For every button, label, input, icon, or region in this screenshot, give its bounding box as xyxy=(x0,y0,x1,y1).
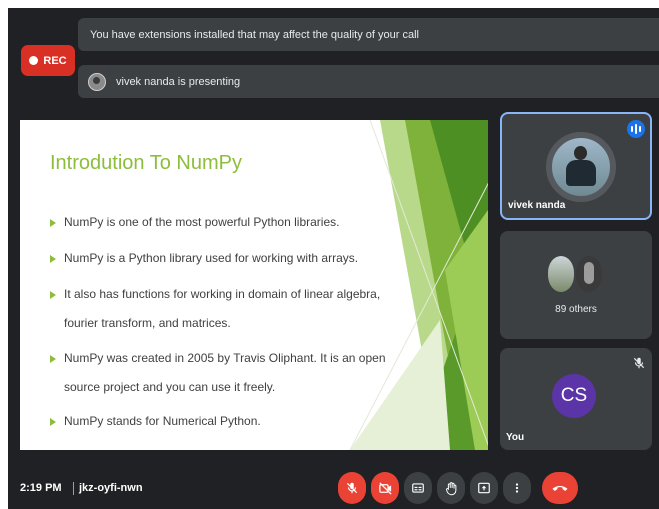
presenter-avatar xyxy=(546,132,616,202)
bullet-triangle-icon xyxy=(50,219,56,227)
slide-title: Introdution To NumPy xyxy=(50,152,242,174)
captions-button[interactable] xyxy=(404,472,432,504)
meeting-code: jkz-oyfi-nwn xyxy=(79,482,143,494)
slide-bullet: It also has functions for working in dom… xyxy=(50,280,400,338)
present-icon xyxy=(478,482,490,494)
presenting-banner[interactable]: vivek nanda is presenting xyxy=(78,65,659,98)
more-options-button[interactable] xyxy=(503,472,531,504)
bullet-text: It also has functions for working in dom… xyxy=(64,287,381,330)
bullet-triangle-icon xyxy=(50,418,56,426)
bullet-text: NumPy is a Python library used for worki… xyxy=(64,251,359,265)
bullet-text: NumPy stands for Numerical Python. xyxy=(64,414,261,428)
recording-label: REC xyxy=(43,54,67,67)
recording-badge: REC xyxy=(21,45,75,76)
presenting-text: vivek nanda is presenting xyxy=(116,75,241,88)
bullet-triangle-icon xyxy=(50,355,56,363)
others-tile[interactable]: 89 others xyxy=(500,231,652,339)
bullet-text: NumPy was created in 2005 by Travis Olip… xyxy=(64,351,386,394)
camera-toggle-button[interactable] xyxy=(371,472,399,504)
slide-bullet-list: NumPy is one of the most powerful Python… xyxy=(50,208,400,436)
slide-bullet: NumPy is one of the most powerful Python… xyxy=(50,208,400,237)
meeting-time: 2:19 PM xyxy=(20,482,62,494)
muted-mic-icon xyxy=(633,357,645,369)
participant-avatar xyxy=(576,256,602,292)
presenter-name: vivek nanda xyxy=(508,200,566,211)
bullet-text: NumPy is one of the most powerful Python… xyxy=(64,215,340,229)
slide-bullet: NumPy is a Python library used for worki… xyxy=(50,244,400,273)
end-call-icon xyxy=(552,485,568,491)
microphone-toggle-button[interactable] xyxy=(338,472,366,504)
microphone-off-icon xyxy=(346,482,358,494)
end-call-button[interactable] xyxy=(542,472,578,504)
more-options-icon xyxy=(515,483,519,493)
participant-avatar xyxy=(548,256,574,292)
recording-dot-icon xyxy=(29,56,39,65)
extensions-warning-text: You have extensions installed that may a… xyxy=(90,28,419,41)
shared-screen-slide[interactable]: Introdution To NumPy NumPy is one of the… xyxy=(20,120,488,450)
slide-bullet: NumPy was created in 2005 by Travis Olip… xyxy=(50,344,400,402)
extensions-warning-banner[interactable]: You have extensions installed that may a… xyxy=(78,18,659,51)
bullet-triangle-icon xyxy=(50,255,56,263)
raise-hand-icon xyxy=(445,481,456,495)
bullet-triangle-icon xyxy=(50,291,56,299)
others-count: 89 others xyxy=(555,304,597,315)
self-tile[interactable]: CS You xyxy=(500,348,652,450)
self-label: You xyxy=(506,432,525,443)
presenter-tile[interactable]: vivek nanda xyxy=(500,112,652,220)
others-avatar-group xyxy=(548,256,602,292)
slide-bullet: NumPy stands for Numerical Python. xyxy=(50,407,400,436)
meet-window: REC You have extensions installed that m… xyxy=(8,8,659,509)
bottom-separator xyxy=(73,482,74,495)
speaking-indicator-icon xyxy=(627,120,645,138)
presenter-mini-avatar xyxy=(88,72,106,91)
raise-hand-button[interactable] xyxy=(437,472,465,504)
captions-icon xyxy=(412,483,424,493)
camera-off-icon xyxy=(378,481,392,495)
self-avatar: CS xyxy=(552,374,596,418)
present-now-button[interactable] xyxy=(470,472,498,504)
